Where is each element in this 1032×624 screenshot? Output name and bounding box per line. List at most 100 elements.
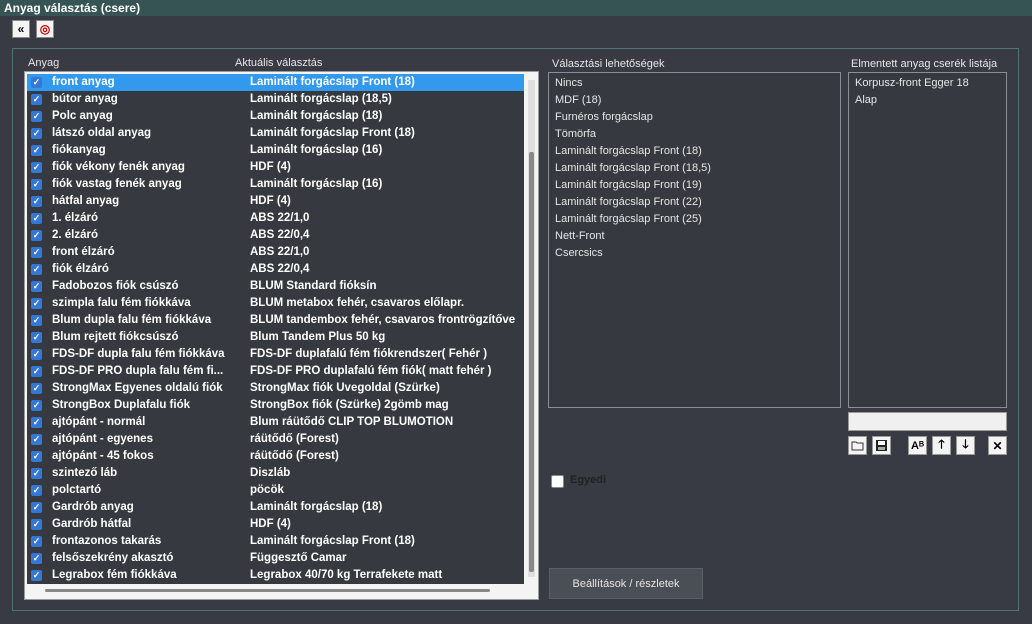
table-row[interactable]: ✓ szintező láb Diszláb: [27, 465, 524, 482]
table-row[interactable]: ✓ felsőszekrény akasztó Függesztő Camar: [27, 550, 524, 567]
table-row[interactable]: ✓ fiók élzáró ABS 22/0,4: [27, 261, 524, 278]
row-checkbox[interactable]: ✓: [31, 247, 42, 258]
option-item[interactable]: Nett-Front: [555, 228, 605, 245]
back-button[interactable]: «: [12, 20, 30, 38]
row-checkbox[interactable]: ✓: [31, 519, 42, 530]
material-column-header: Anyag: [28, 57, 60, 69]
save-button[interactable]: [872, 436, 891, 455]
row-checkbox[interactable]: ✓: [31, 281, 42, 292]
row-checkbox[interactable]: ✓: [31, 553, 42, 564]
table-row[interactable]: ✓ hátfal anyag HDF (4): [27, 193, 524, 210]
vertical-scroll-thumb[interactable]: [529, 152, 534, 572]
row-checkbox[interactable]: ✓: [31, 145, 42, 156]
table-row[interactable]: ✓ Gardrób anyag Laminált forgácslap (18): [27, 499, 524, 516]
row-checkbox[interactable]: ✓: [31, 230, 42, 241]
material-cell: StrongBox Duplafalu fiók: [52, 399, 190, 411]
rename-button[interactable]: Aᴮ: [908, 436, 927, 455]
move-down-button[interactable]: 🡓: [956, 436, 975, 455]
material-cell: front élzáró: [52, 246, 115, 258]
row-checkbox[interactable]: ✓: [31, 77, 42, 88]
row-checkbox[interactable]: ✓: [31, 383, 42, 394]
material-cell: Polc anyag: [52, 110, 113, 122]
save-name-input[interactable]: [848, 412, 1007, 431]
table-row[interactable]: ✓ 2. élzáró ABS 22/0,4: [27, 227, 524, 244]
table-row[interactable]: ✓ ajtópánt - normál Blum ráütődő CLIP TOP …: [27, 414, 524, 431]
table-row[interactable]: ✓ fiókanyag Laminált forgácslap (16): [27, 142, 524, 159]
table-row[interactable]: ✓ szimpla falu fém fiókkáva BLUM metabox f…: [27, 295, 524, 312]
table-row[interactable]: ✓ ajtópánt - egyenes ráütődő (Forest): [27, 431, 524, 448]
move-up-button[interactable]: 🡑: [932, 436, 951, 455]
material-cell: 1. élzáró: [52, 212, 99, 224]
table-row[interactable]: ✓ front élzáró ABS 22/1,0: [27, 244, 524, 261]
row-checkbox[interactable]: ✓: [31, 536, 42, 547]
table-row[interactable]: ✓ bútor anyag Laminált forgácslap (18,5): [27, 91, 524, 108]
material-cell: ajtópánt - egyenes: [52, 433, 153, 445]
delete-button[interactable]: ✕: [988, 436, 1007, 455]
row-checkbox[interactable]: ✓: [31, 298, 42, 309]
egyedi-checkbox[interactable]: [551, 475, 564, 488]
table-row[interactable]: ✓ FDS-DF PRO dupla falu fém fi... FDS-DF P…: [27, 363, 524, 380]
option-item[interactable]: Csercsics: [555, 245, 603, 262]
option-item[interactable]: Laminált forgácslap Front (25): [555, 211, 702, 228]
table-row[interactable]: ✓ Polc anyag Laminált forgácslap (18): [27, 108, 524, 125]
option-item[interactable]: Laminált forgácslap Front (18): [555, 143, 702, 160]
table-row[interactable]: ✓ ajtópánt - 45 fokos ráütődő (Forest): [27, 448, 524, 465]
row-checkbox[interactable]: ✓: [31, 111, 42, 122]
option-item[interactable]: Furnéros forgácslap: [555, 109, 653, 126]
row-checkbox[interactable]: ✓: [31, 451, 42, 462]
row-checkbox[interactable]: ✓: [31, 434, 42, 445]
row-checkbox[interactable]: ✓: [31, 417, 42, 428]
option-item[interactable]: MDF (18): [555, 92, 601, 109]
material-grid[interactable]: ✓ front anyag Laminált forgácslap Front (1…: [24, 71, 539, 600]
row-checkbox[interactable]: ✓: [31, 468, 42, 479]
row-checkbox[interactable]: ✓: [31, 349, 42, 360]
table-row[interactable]: ✓ FDS-DF dupla falu fém fiókkáva FDS-DF du…: [27, 346, 524, 363]
table-row[interactable]: ✓ Legrabox fém fiókkáva Legrabox 40/70 kg …: [27, 567, 524, 584]
settings-details-button[interactable]: Beállítások / részletek: [549, 568, 703, 599]
saved-listbox[interactable]: Korpusz-front Egger 18 Alap: [848, 72, 1007, 408]
row-checkbox[interactable]: ✓: [31, 179, 42, 190]
options-listbox[interactable]: Nincs MDF (18) Furnéros forgácslap Tömörfa L…: [548, 72, 841, 408]
option-item[interactable]: Laminált forgácslap Front (19): [555, 177, 702, 194]
row-checkbox[interactable]: ✓: [31, 502, 42, 513]
row-checkbox[interactable]: ✓: [31, 400, 42, 411]
table-row[interactable]: ✓ Gardrób hátfal HDF (4): [27, 516, 524, 533]
table-row[interactable]: ✓ StrongMax Egyenes oldalú fiók StrongMax …: [27, 380, 524, 397]
table-row[interactable]: ✓ fiók vastag fenék anyag Laminált forgács…: [27, 176, 524, 193]
current-selection-cell: ABS 22/0,4: [250, 263, 310, 275]
saved-item[interactable]: Alap: [855, 92, 877, 109]
row-checkbox[interactable]: ✓: [31, 570, 42, 581]
saved-header: Elmentett anyag cserék listája: [851, 58, 998, 70]
row-checkbox[interactable]: ✓: [31, 366, 42, 377]
row-checkbox[interactable]: ✓: [31, 196, 42, 207]
table-row[interactable]: ✓ frontazonos takarás Laminált forgácslap …: [27, 533, 524, 550]
table-row[interactable]: ✓ Blum dupla falu fém fiókkáva BLUM tandem…: [27, 312, 524, 329]
row-checkbox[interactable]: ✓: [31, 162, 42, 173]
options-header: Választási lehetőségek: [552, 58, 665, 70]
horizontal-scrollbar[interactable]: [45, 589, 490, 592]
saved-item[interactable]: Korpusz-front Egger 18: [855, 75, 969, 92]
option-item[interactable]: Nincs: [555, 75, 583, 92]
table-row[interactable]: ✓ Blum rejtett fiókcsúszó Blum Tandem Plus…: [27, 329, 524, 346]
table-row[interactable]: ✓ front anyag Laminált forgácslap Front (1…: [27, 74, 524, 91]
material-cell: fiókanyag: [52, 144, 106, 156]
material-cell: hátfal anyag: [52, 195, 120, 207]
option-item[interactable]: Laminált forgácslap Front (22): [555, 194, 702, 211]
help-button[interactable]: ◎: [36, 20, 54, 38]
table-row[interactable]: ✓ látszó oldal anyag Laminált forgácslap F…: [27, 125, 524, 142]
table-row[interactable]: ✓ Fadobozos fiók csúszó BLUM Standard fiók…: [27, 278, 524, 295]
option-item[interactable]: Laminált forgácslap Front (18,5): [555, 160, 711, 177]
row-checkbox[interactable]: ✓: [31, 485, 42, 496]
row-checkbox[interactable]: ✓: [31, 315, 42, 326]
row-checkbox[interactable]: ✓: [31, 264, 42, 275]
table-row[interactable]: ✓ polctartó pöcök: [27, 482, 524, 499]
table-row[interactable]: ✓ fiók vékony fenék anyag HDF (4): [27, 159, 524, 176]
row-checkbox[interactable]: ✓: [31, 128, 42, 139]
row-checkbox[interactable]: ✓: [31, 94, 42, 105]
table-row[interactable]: ✓ 1. élzáró ABS 22/1,0: [27, 210, 524, 227]
row-checkbox[interactable]: ✓: [31, 213, 42, 224]
option-item[interactable]: Tömörfa: [555, 126, 596, 143]
table-row[interactable]: ✓ StrongBox Duplafalu fiók StrongBox fiók …: [27, 397, 524, 414]
row-checkbox[interactable]: ✓: [31, 332, 42, 343]
open-folder-button[interactable]: [848, 436, 867, 455]
